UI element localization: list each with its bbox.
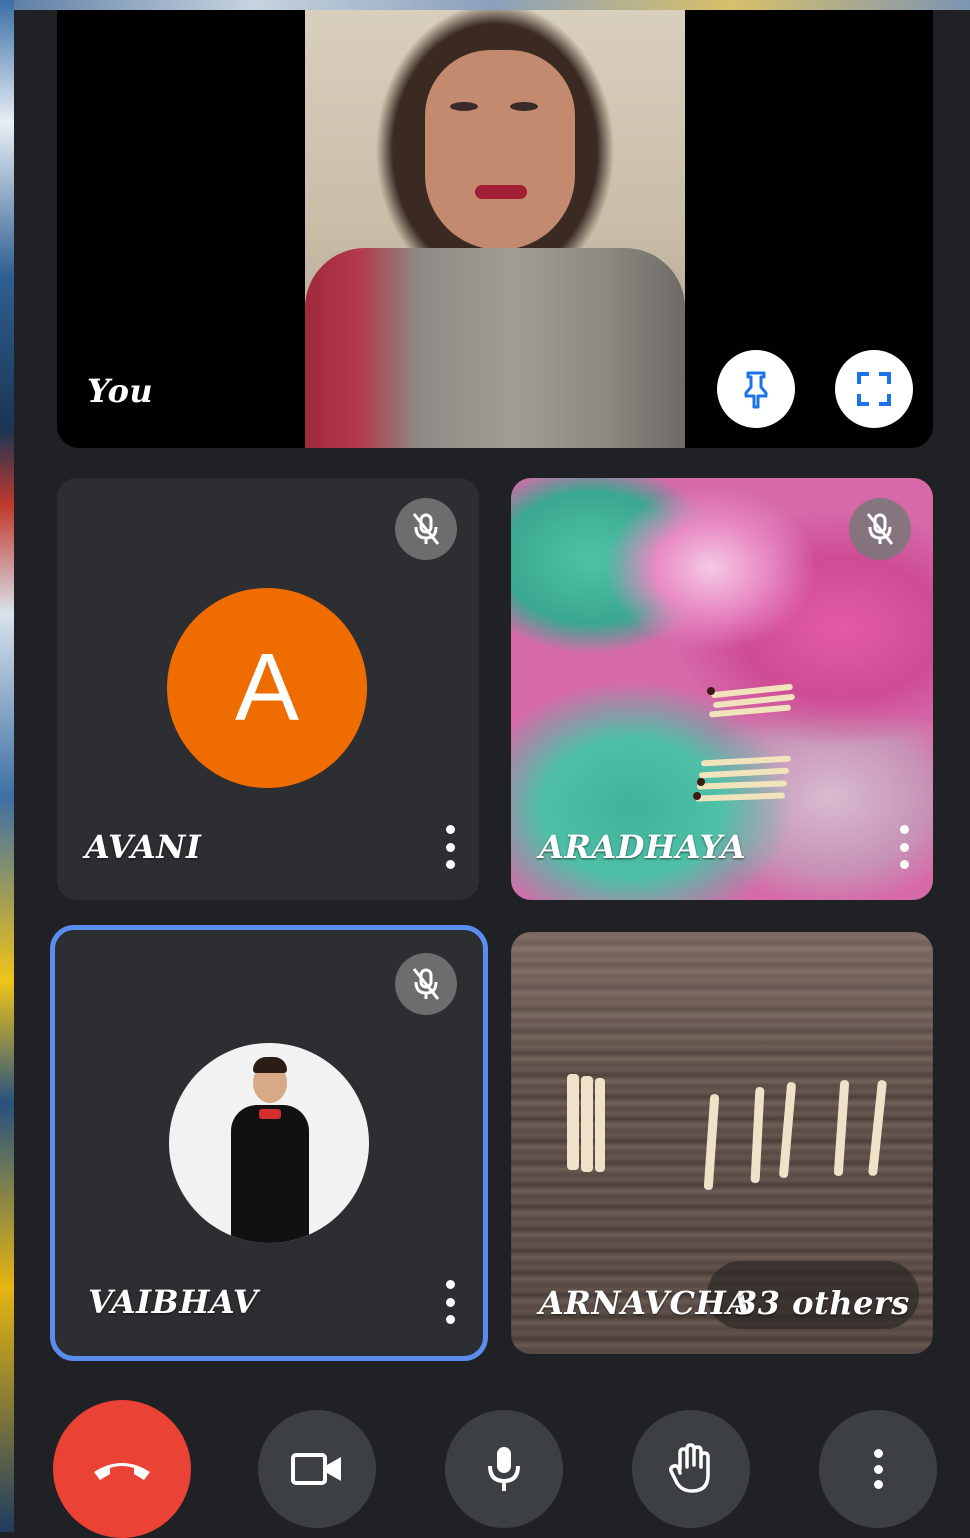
fullscreen-button[interactable] <box>835 350 913 428</box>
participant-tile-arnav[interactable]: ARNAVCHA 33 others <box>511 932 933 1354</box>
others-count-label: 33 others <box>735 1284 910 1322</box>
self-clothing <box>305 248 685 448</box>
meeting-screen: You A AVANI ARADHAYA VAIBHAV ARNAVCHA 33… <box>14 10 970 1538</box>
avatar-bowtie <box>259 1109 281 1119</box>
participant-name: ARNAVCHA <box>539 1284 752 1322</box>
hand-icon <box>669 1443 710 1493</box>
self-video-feed <box>305 10 685 448</box>
pin-button[interactable] <box>717 350 795 428</box>
more-vertical-icon <box>871 1449 885 1489</box>
participant-tile-vaibhav[interactable]: VAIBHAV <box>50 925 488 1361</box>
hang-up-icon <box>94 1463 150 1480</box>
matchstick-head <box>707 687 715 695</box>
background-edge-top <box>14 0 970 10</box>
matchstick <box>581 1076 593 1172</box>
matchstick <box>595 1078 605 1172</box>
muted-mic-icon <box>849 498 911 560</box>
participant-tile-avani[interactable]: A AVANI <box>57 478 479 900</box>
fullscreen-icon <box>857 372 891 406</box>
background-edge-left <box>0 0 14 1532</box>
muted-mic-icon <box>395 498 457 560</box>
avatar-suit <box>231 1105 309 1243</box>
camera-icon <box>291 1453 341 1485</box>
participant-tile-aradhaya[interactable]: ARADHAYA <box>511 478 933 900</box>
more-options-icon[interactable] <box>440 825 460 869</box>
more-options-button[interactable] <box>819 1410 937 1528</box>
participant-name: VAIBHAV <box>88 1283 259 1321</box>
self-face <box>425 50 575 250</box>
raise-hand-button[interactable] <box>632 1410 750 1528</box>
more-options-icon[interactable] <box>894 825 914 869</box>
camera-button[interactable] <box>258 1410 376 1528</box>
matchstick <box>567 1074 579 1170</box>
microphone-button[interactable] <box>445 1410 563 1528</box>
self-eye-left <box>450 102 478 111</box>
self-eye-right <box>510 102 538 111</box>
pin-icon <box>744 371 768 409</box>
participant-name: AVANI <box>85 828 202 866</box>
more-options-icon[interactable] <box>440 1280 460 1324</box>
matchstick-head <box>693 792 701 800</box>
microphone-icon <box>488 1447 520 1491</box>
matchstick-head <box>697 778 705 786</box>
muted-mic-icon <box>395 953 457 1015</box>
end-call-button[interactable] <box>53 1400 191 1538</box>
self-video-tile[interactable]: You <box>57 10 933 448</box>
self-lips <box>475 185 527 199</box>
participant-name: ARADHAYA <box>539 828 747 866</box>
self-name-label: You <box>87 372 154 410</box>
avatar: A <box>167 588 367 788</box>
avatar-hair <box>253 1057 287 1073</box>
avatar <box>169 1043 369 1243</box>
